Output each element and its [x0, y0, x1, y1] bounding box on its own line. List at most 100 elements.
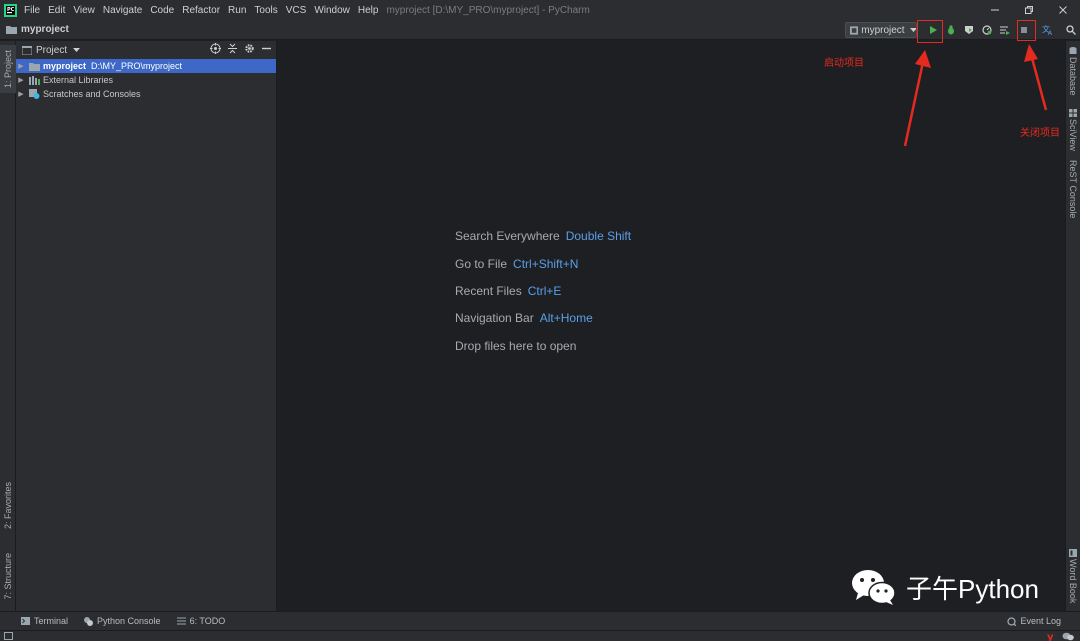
- breadcrumb[interactable]: myproject: [0, 24, 69, 35]
- concurrency-diagram-button[interactable]: [997, 22, 1013, 38]
- close-button[interactable]: [1046, 0, 1080, 20]
- database-icon: [1069, 46, 1077, 54]
- tool-tab-structure-label: 7: Structure: [3, 552, 13, 600]
- terminal-icon: [21, 617, 30, 625]
- expand-arrow-icon[interactable]: ▶: [16, 76, 26, 84]
- tool-tab-python-console[interactable]: Python Console: [79, 616, 166, 626]
- menu-view[interactable]: View: [69, 5, 99, 16]
- tool-tab-favorites-label: 2: Favorites: [3, 482, 13, 530]
- run-config-label: myproject: [861, 24, 905, 36]
- translate-button[interactable]: 文A: [1040, 22, 1056, 38]
- tree-item-myproject[interactable]: ▶ myproject D:\MY_PRO\myproject: [16, 59, 276, 73]
- project-panel-header: Project: [16, 41, 276, 59]
- menu-vcs[interactable]: VCS: [282, 5, 311, 16]
- collapse-all-icon[interactable]: [227, 43, 238, 54]
- tool-tab-terminal[interactable]: Terminal: [16, 616, 73, 626]
- folder-icon: [6, 26, 17, 34]
- chevron-down-icon[interactable]: [73, 47, 81, 53]
- tool-tab-favorites[interactable]: 2: Favorites: [0, 475, 16, 537]
- tool-tab-terminal-label: Terminal: [34, 616, 69, 626]
- hint-shortcut: Ctrl+E: [527, 284, 562, 298]
- tool-tab-sciview-label: SciView: [1068, 119, 1078, 151]
- annotation-stop-label: 关闭项目: [1020, 128, 1060, 139]
- window-title: myproject [D:\MY_PRO\myproject] - PyChar…: [386, 4, 590, 16]
- project-view-icon: [22, 45, 32, 55]
- menu-code[interactable]: Code: [146, 5, 178, 16]
- python-icon: [84, 616, 94, 626]
- locate-icon[interactable]: [210, 43, 221, 54]
- tool-tab-word-book[interactable]: Word Book: [1066, 547, 1080, 605]
- translate-icon: 文A: [1042, 24, 1053, 36]
- menu-window[interactable]: Window: [310, 5, 354, 16]
- menu-refactor[interactable]: Refactor: [178, 5, 224, 16]
- hint-drop-files: Drop files here to open: [455, 339, 576, 353]
- book-icon: [1069, 548, 1077, 557]
- window-controls: [978, 0, 1080, 20]
- tool-tab-sciview[interactable]: SciView: [1066, 107, 1080, 153]
- pycharm-logo-icon[interactable]: PC: [0, 0, 20, 20]
- tree-item-label: External Libraries: [43, 75, 114, 85]
- search-everywhere-button[interactable]: [1063, 22, 1079, 38]
- tool-tab-project-label: 1: Project: [3, 49, 13, 89]
- tool-tab-todo[interactable]: 6: TODO: [172, 616, 231, 626]
- hint-label: Recent Files: [455, 284, 522, 298]
- menu-navigate[interactable]: Navigate: [99, 5, 146, 16]
- todo-list-icon: [176, 617, 186, 625]
- plugin-y-icon[interactable]: y: [1047, 631, 1056, 641]
- tree-item-label: Scratches and Consoles: [43, 89, 141, 99]
- tool-tab-project[interactable]: 1: Project: [0, 45, 16, 93]
- wechat-logo-icon: [852, 570, 896, 605]
- folder-icon: [29, 62, 40, 71]
- editor-empty-area[interactable]: Search Everywhere Double Shift Go to File…: [277, 41, 1065, 611]
- menu-file[interactable]: File: [20, 5, 44, 16]
- tool-tab-todo-label: 6: TODO: [189, 616, 226, 626]
- tool-tab-rest-console[interactable]: ReST Console: [1066, 159, 1080, 219]
- menu-tools[interactable]: Tools: [250, 5, 281, 16]
- gear-icon[interactable]: [244, 43, 255, 54]
- library-icon: [29, 75, 40, 85]
- toggle-tool-windows-icon[interactable]: [4, 632, 13, 640]
- hint-label: Navigation Bar: [455, 311, 534, 325]
- sciview-icon: [1069, 109, 1077, 118]
- notification-icon[interactable]: [1062, 632, 1074, 641]
- tool-tab-structure[interactable]: 7: Structure: [0, 545, 16, 607]
- breadcrumb-project[interactable]: myproject: [21, 24, 69, 35]
- panel-header-actions: [210, 43, 272, 54]
- expand-arrow-icon[interactable]: ▶: [16, 62, 26, 70]
- project-view-label[interactable]: Project: [36, 45, 67, 56]
- minimize-button[interactable]: [978, 0, 1012, 20]
- expand-arrow-icon[interactable]: ▶: [16, 90, 26, 98]
- status-bar: y: [0, 630, 1080, 641]
- tool-tab-word-book-label: Word Book: [1068, 558, 1078, 604]
- run-with-coverage-button[interactable]: [961, 22, 977, 38]
- right-tool-stripe: Database SciView ReST Console Word Book: [1065, 41, 1080, 611]
- profile-button[interactable]: [979, 22, 995, 38]
- tool-tab-database[interactable]: Database: [1066, 45, 1080, 97]
- run-configuration-select[interactable]: myproject: [845, 22, 917, 38]
- tree-item-label: myproject: [43, 61, 87, 71]
- menu-run[interactable]: Run: [224, 5, 250, 16]
- watermark-text: 子午Python: [906, 573, 1039, 604]
- left-tool-stripe: 1: Project 2: Favorites 7: Structure: [0, 41, 16, 611]
- tool-tab-rest-console-label: ReST Console: [1068, 159, 1078, 219]
- hint-shortcut: Alt+Home: [539, 311, 593, 325]
- hint-label: Drop files here to open: [455, 339, 577, 353]
- chevron-down-icon: [909, 27, 916, 32]
- tool-tab-database-label: Database: [1068, 56, 1078, 96]
- tool-tab-event-log[interactable]: Event Log: [1002, 616, 1066, 626]
- menu-help[interactable]: Help: [354, 5, 383, 16]
- annotation-run-label: 启动项目: [824, 58, 864, 69]
- coverage-icon: [965, 26, 973, 34]
- debug-button[interactable]: [943, 22, 959, 38]
- scratches-icon: [29, 89, 40, 99]
- tree-item-path: D:\MY_PRO\myproject: [91, 61, 183, 71]
- hide-panel-icon[interactable]: [261, 43, 272, 54]
- project-tool-window: Project ▶ myproject D:\MY_PRO\myproject …: [16, 41, 277, 611]
- hint-navigation-bar: Navigation Bar Alt+Home: [455, 311, 593, 325]
- event-log-icon: [1007, 616, 1017, 626]
- restore-button[interactable]: [1012, 0, 1046, 20]
- tree-item-scratches[interactable]: ▶ Scratches and Consoles: [16, 87, 276, 101]
- menu-bar: File Edit View Navigate Code Refactor Ru…: [20, 0, 382, 20]
- menu-edit[interactable]: Edit: [44, 5, 69, 16]
- tree-item-external-libraries[interactable]: ▶ External Libraries: [16, 73, 276, 87]
